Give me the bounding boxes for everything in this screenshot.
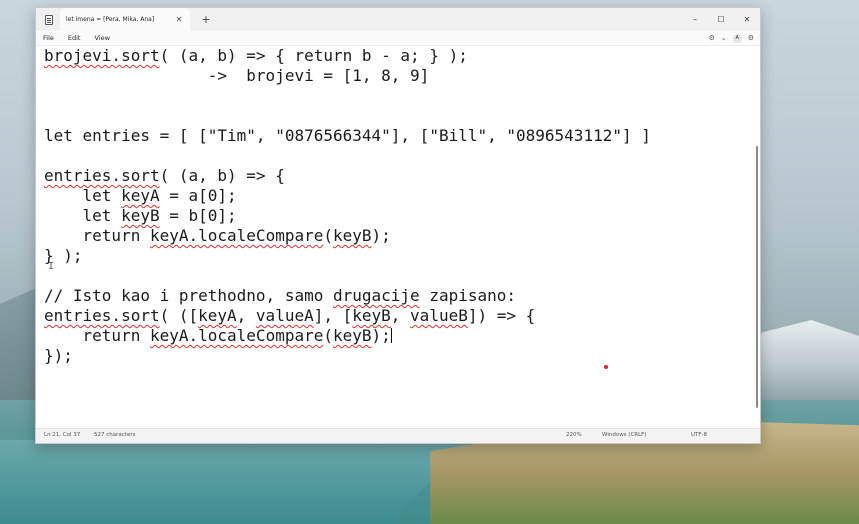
code-text[interactable]: brojevi.sort( (a, b) => { return b - a; … bbox=[44, 46, 651, 366]
code-token: let bbox=[44, 206, 122, 225]
code-line[interactable]: let keyB = b[0]; bbox=[44, 206, 651, 226]
code-token: ( (a, b) => { return b - a; } ); bbox=[159, 46, 468, 65]
ibeam-cursor-icon: I bbox=[48, 261, 55, 272]
code-token: ); bbox=[371, 226, 391, 245]
code-token: }); bbox=[44, 346, 73, 365]
misspelled-token: keyA bbox=[198, 306, 237, 325]
settings-icon[interactable]: ⚙ bbox=[748, 34, 754, 42]
code-token: let bbox=[44, 186, 122, 205]
code-line[interactable] bbox=[44, 106, 651, 126]
code-line[interactable]: let entries = [ ["Tim", "0876566344"], [… bbox=[44, 126, 651, 146]
code-line[interactable]: // Isto kao i prethodno, samo drugacije … bbox=[44, 286, 651, 306]
menu-right-tools: ⚙ ⌄ A ⚙ bbox=[709, 31, 754, 45]
code-token: = a[0]; bbox=[159, 186, 237, 205]
code-line[interactable]: return keyA.localeCompare(keyB); bbox=[44, 326, 651, 346]
misspelled-token: brojevi.sort bbox=[44, 46, 160, 65]
status-encoding[interactable]: UTF-8 bbox=[691, 432, 707, 438]
title-bar: let imena = [Pera, Mika, Ana] ✕ + – ☐ ✕ bbox=[36, 8, 760, 31]
code-token: ( ([ bbox=[159, 306, 199, 325]
code-token: return bbox=[44, 326, 150, 345]
code-line[interactable] bbox=[44, 86, 651, 106]
code-line[interactable]: entries.sort( ([keyA, valueA], [keyB, va… bbox=[44, 306, 651, 326]
misspelled-token: keyB bbox=[333, 226, 372, 245]
code-token: ]) => { bbox=[467, 306, 536, 325]
avatar[interactable]: A bbox=[732, 33, 742, 43]
menu-view[interactable]: View bbox=[94, 34, 109, 42]
misspelled-token: keyA bbox=[121, 186, 160, 205]
code-token: ); bbox=[371, 326, 391, 345]
format-icon[interactable]: ⚙ bbox=[709, 34, 715, 42]
code-token: return bbox=[44, 226, 150, 245]
text-editor[interactable]: brojevi.sort( (a, b) => { return b - a; … bbox=[36, 46, 760, 429]
maximize-button[interactable]: ☐ bbox=[708, 8, 734, 31]
menu-file[interactable]: File bbox=[43, 34, 54, 42]
menu-bar: File Edit View ⚙ ⌄ A ⚙ bbox=[36, 31, 760, 46]
misspelled-token: keyB bbox=[352, 306, 391, 325]
minimize-button[interactable]: – bbox=[682, 8, 708, 31]
pointer-dot bbox=[604, 365, 608, 369]
code-line[interactable] bbox=[44, 146, 651, 166]
menu-edit[interactable]: Edit bbox=[68, 34, 81, 42]
code-token: zapisano: bbox=[419, 286, 517, 305]
close-button[interactable]: ✕ bbox=[734, 8, 760, 31]
new-tab-button[interactable]: + bbox=[200, 13, 212, 26]
misspelled-token: keyA.localeCompare bbox=[149, 326, 324, 345]
code-line[interactable]: }); bbox=[44, 346, 651, 366]
status-line-ending[interactable]: Windows (CRLF) bbox=[602, 432, 646, 438]
code-token: ( (a, b) => { bbox=[159, 166, 285, 185]
code-token: -> brojevi = [1, 8, 9] bbox=[44, 66, 430, 85]
code-line[interactable]: brojevi.sort( (a, b) => { return b - a; … bbox=[44, 46, 651, 66]
status-position: Ln 21, Col 37 bbox=[44, 432, 81, 438]
code-token: // Isto kao i prethodno, samo bbox=[44, 286, 333, 305]
code-line[interactable]: return keyA.localeCompare(keyB); bbox=[44, 226, 651, 246]
code-token: ( bbox=[323, 326, 333, 345]
misspelled-token: keyA.localeCompare bbox=[149, 226, 324, 245]
tab-active[interactable]: let imena = [Pera, Mika, Ana] ✕ bbox=[60, 8, 190, 31]
notepad-icon bbox=[45, 14, 53, 25]
notepad-window: let imena = [Pera, Mika, Ana] ✕ + – ☐ ✕ … bbox=[35, 7, 761, 444]
misspelled-token: keyB bbox=[121, 206, 160, 225]
tab-title: let imena = [Pera, Mika, Ana] bbox=[66, 16, 155, 23]
chevron-down-icon[interactable]: ⌄ bbox=[721, 34, 727, 42]
tab-close-icon[interactable]: ✕ bbox=[174, 15, 184, 24]
status-bar: Ln 21, Col 37 527 characters 220% Window… bbox=[36, 428, 760, 443]
vertical-scrollbar[interactable] bbox=[756, 146, 758, 408]
misspelled-token: entries.sort bbox=[44, 166, 160, 185]
code-token: let entries = [ ["Tim", "0876566344"], [… bbox=[44, 126, 651, 145]
code-line[interactable] bbox=[44, 266, 651, 286]
code-line[interactable]: } ); bbox=[44, 246, 651, 266]
misspelled-token: drugacije bbox=[332, 286, 420, 305]
window-controls: – ☐ ✕ bbox=[682, 8, 760, 31]
code-token: , bbox=[236, 306, 256, 325]
misspelled-token: valueB bbox=[410, 306, 468, 325]
misspelled-token: entries.sort bbox=[44, 306, 160, 325]
code-line[interactable]: let keyA = a[0]; bbox=[44, 186, 651, 206]
misspelled-token: keyB bbox=[333, 326, 372, 345]
code-token: ], [ bbox=[313, 306, 353, 325]
status-characters: 527 characters bbox=[94, 432, 136, 438]
code-token: , bbox=[390, 306, 411, 325]
code-token: = b[0]; bbox=[159, 206, 237, 225]
misspelled-token: valueA bbox=[255, 306, 314, 325]
status-zoom[interactable]: 220% bbox=[566, 432, 582, 438]
text-caret bbox=[390, 328, 392, 343]
code-line[interactable]: -> brojevi = [1, 8, 9] bbox=[44, 66, 651, 86]
code-token: ( bbox=[323, 226, 333, 245]
code-line[interactable]: entries.sort( (a, b) => { bbox=[44, 166, 651, 186]
